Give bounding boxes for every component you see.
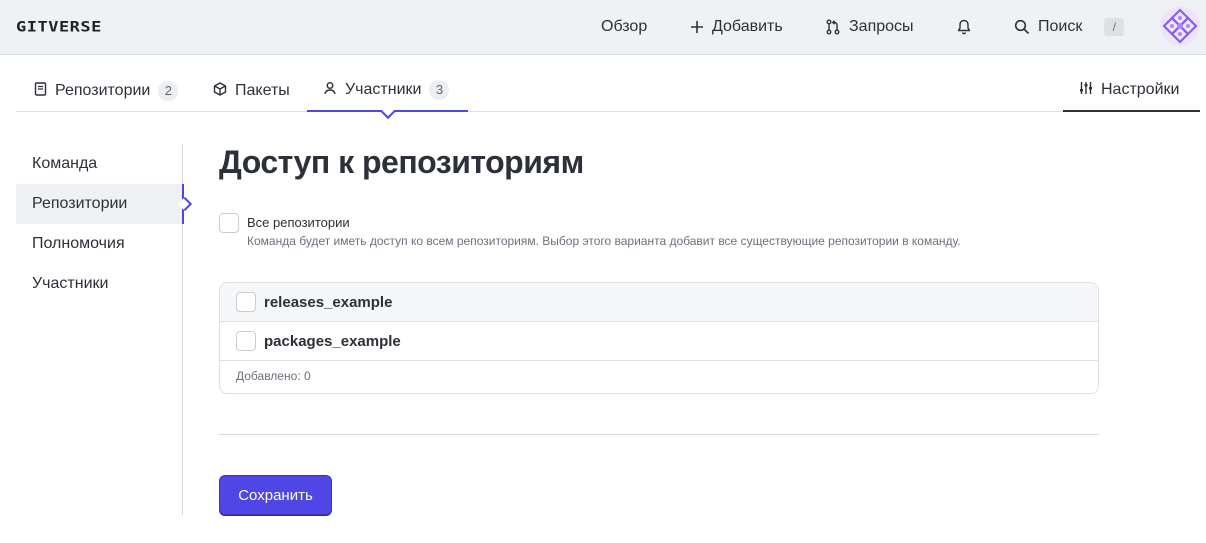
added-count: Добавлено: 0 <box>236 369 311 383</box>
sliders-icon <box>1079 81 1093 100</box>
nav-overview[interactable]: Обзор <box>601 0 647 54</box>
divider <box>219 434 1099 435</box>
active-item-caret <box>177 196 193 212</box>
sidebar-item-permissions[interactable]: Полномочия <box>16 224 183 264</box>
tab-settings-label: Настройки <box>1101 81 1180 98</box>
tab-repositories[interactable]: Репозитории 2 <box>34 70 179 112</box>
nav-add-label: Добавить <box>712 18 783 35</box>
list-item[interactable]: packages_example <box>220 322 1098 361</box>
sidebar-item-label: Полномочия <box>32 235 125 252</box>
page-title: Доступ к репозиториям <box>219 144 584 180</box>
repo-name: packages_example <box>264 332 401 350</box>
repository-icon <box>34 81 47 101</box>
nav-requests-label: Запросы <box>849 18 914 35</box>
repo-name: releases_example <box>264 293 393 311</box>
search-button[interactable]: Поиск / <box>1014 0 1125 54</box>
pull-request-icon <box>825 19 841 35</box>
tab-members-count: 3 <box>429 80 450 100</box>
all-repositories-hint: Команда будет иметь доступ ко всем репоз… <box>247 234 961 248</box>
sidebar-item-label: Репозитории <box>32 195 128 212</box>
nav-overview-label: Обзор <box>601 18 648 35</box>
user-avatar[interactable] <box>1160 6 1200 46</box>
search-icon <box>1014 19 1030 35</box>
sidebar-item-team[interactable]: Команда <box>16 144 183 184</box>
search-shortcut-badge: / <box>1104 18 1125 36</box>
top-header: GITVERSE Обзор Добавить Запросы Поиск / <box>0 0 1206 55</box>
sidebar-item-label: Участники <box>32 275 109 292</box>
sidebar-item-label: Команда <box>32 155 98 172</box>
repo-checkbox[interactable] <box>236 292 256 312</box>
repository-list: releases_example packages_example Добавл… <box>219 282 1099 394</box>
tab-repositories-label: Репозитории <box>55 82 151 99</box>
tab-members-label: Участники <box>345 81 422 98</box>
active-tab-caret <box>380 104 395 120</box>
tab-repositories-count: 2 <box>158 81 179 101</box>
org-tabs: Репозитории 2 Пакеты Участники 3 Настрой… <box>16 70 1200 120</box>
all-repositories-label[interactable]: Все репозитории <box>247 215 350 230</box>
save-button[interactable]: Сохранить <box>219 475 332 515</box>
search-label: Поиск <box>1038 18 1083 35</box>
tab-members[interactable]: Участники 3 <box>307 70 468 120</box>
nav-requests[interactable]: Запросы <box>825 0 914 54</box>
team-settings-sidebar: Команда Репозитории Полномочия Участники <box>16 144 193 515</box>
tab-packages[interactable]: Пакеты <box>213 70 290 112</box>
tab-packages-label: Пакеты <box>235 82 290 99</box>
nav-add[interactable]: Добавить <box>690 0 783 54</box>
list-item[interactable]: releases_example <box>220 283 1098 322</box>
sidebar-item-repositories[interactable]: Репозитории <box>16 184 193 224</box>
notifications-button[interactable] <box>957 0 971 54</box>
gitverse-logo[interactable]: GITVERSE <box>16 19 102 36</box>
all-repositories-checkbox[interactable] <box>219 213 239 233</box>
repo-checkbox[interactable] <box>236 331 256 351</box>
tab-settings[interactable]: Настройки <box>1063 70 1200 112</box>
package-icon <box>213 81 227 101</box>
plus-icon <box>690 20 704 34</box>
user-icon <box>323 81 337 100</box>
bell-icon <box>957 19 971 35</box>
sidebar-item-members[interactable]: Участники <box>16 264 183 304</box>
